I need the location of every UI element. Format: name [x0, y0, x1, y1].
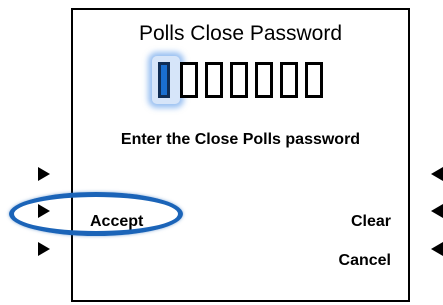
- cancel-button[interactable]: Cancel: [339, 252, 391, 270]
- right-key-arrow-3[interactable]: [431, 242, 443, 256]
- password-digit: [205, 62, 223, 98]
- page-title: Polls Close Password: [138, 22, 343, 45]
- password-digit: [180, 62, 198, 98]
- password-prompt: Enter the Close Polls password: [120, 131, 361, 148]
- left-key-arrow-1[interactable]: [38, 167, 50, 181]
- password-screen: Polls Close Password Enter the Close Pol…: [71, 8, 410, 302]
- password-digit: [280, 62, 298, 98]
- accept-highlight-ellipse: [9, 192, 183, 236]
- password-digit: [305, 62, 323, 98]
- password-digit: [255, 62, 273, 98]
- password-digit: [230, 62, 248, 98]
- right-key-arrow-2[interactable]: [431, 204, 443, 218]
- clear-button[interactable]: Clear: [351, 213, 391, 231]
- right-key-arrow-1[interactable]: [431, 167, 443, 181]
- password-digit-active: [158, 62, 170, 98]
- password-entry-field[interactable]: [152, 56, 335, 110]
- left-key-arrow-3[interactable]: [38, 242, 50, 256]
